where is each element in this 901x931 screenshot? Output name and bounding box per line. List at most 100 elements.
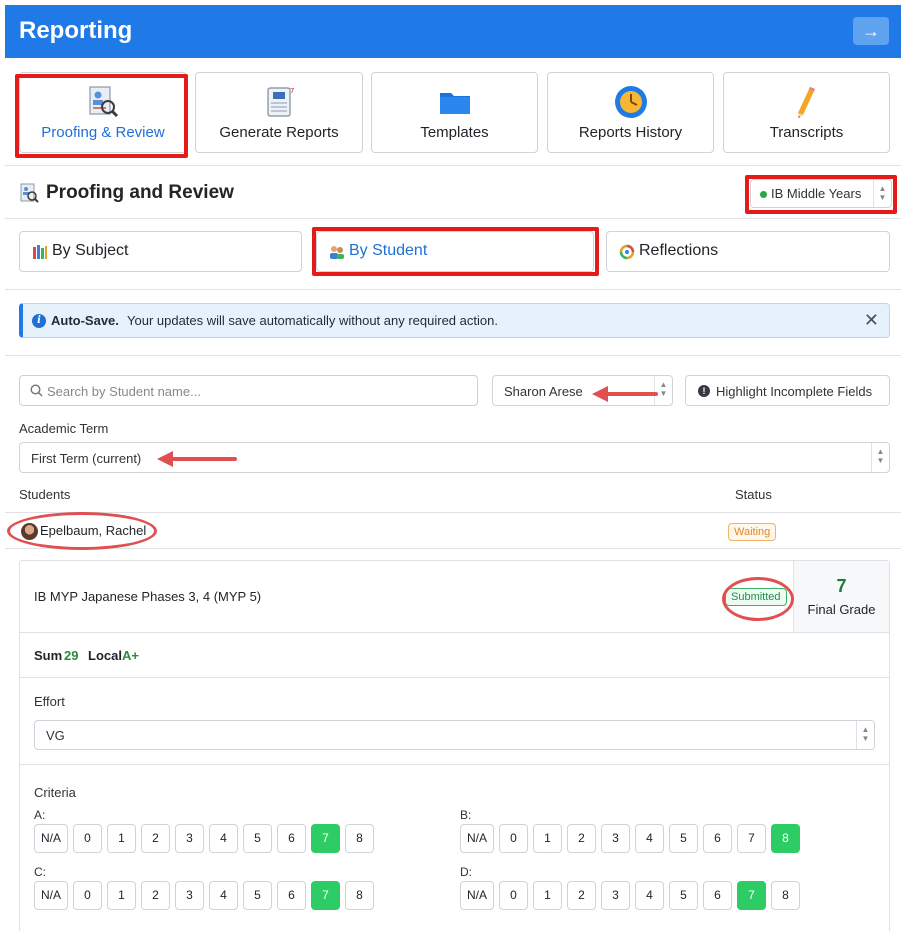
- proofing-icon: [89, 86, 119, 118]
- score-button[interactable]: 2: [141, 824, 170, 853]
- score-button[interactable]: 5: [243, 824, 272, 853]
- score-button[interactable]: 2: [567, 881, 596, 910]
- spinner-icon: ▲ ▼: [873, 180, 891, 207]
- tile-generate-reports[interactable]: 7 Generate Reports: [195, 72, 363, 153]
- effort-value: VG: [46, 728, 65, 743]
- info-icon: i: [32, 314, 46, 328]
- books-icon: [33, 245, 47, 259]
- exit-button[interactable]: →: [853, 17, 889, 45]
- pencil-icon: [797, 87, 815, 118]
- criterion-label: D:: [460, 865, 472, 879]
- score-button[interactable]: 6: [703, 881, 732, 910]
- term-value: First Term (current): [31, 451, 142, 466]
- score-button[interactable]: 4: [209, 881, 238, 910]
- score-button[interactable]: 1: [533, 881, 562, 910]
- score-button[interactable]: 8: [345, 824, 374, 853]
- score-button[interactable]: 3: [175, 881, 204, 910]
- score-button[interactable]: 4: [635, 824, 664, 853]
- score-button[interactable]: 1: [107, 824, 136, 853]
- highlight-incomplete-button[interactable]: ! Highlight Incomplete Fields: [685, 375, 890, 406]
- program-select[interactable]: IB Middle Years ▲ ▼: [750, 179, 892, 208]
- tile-reports-history[interactable]: Reports History: [547, 72, 714, 153]
- effort-select[interactable]: VG ▲ ▼: [34, 720, 875, 750]
- column-header-status: Status: [735, 487, 772, 502]
- score-button[interactable]: 8: [771, 824, 800, 853]
- search-input[interactable]: [47, 380, 467, 402]
- teacher-select[interactable]: Sharon Arese ▲ ▼: [492, 375, 673, 406]
- status-badge: Waiting: [728, 523, 777, 541]
- score-button[interactable]: 8: [345, 881, 374, 910]
- criterion-label: A:: [34, 808, 46, 822]
- tab-by-student[interactable]: By Student: [316, 231, 594, 272]
- score-button[interactable]: 5: [243, 881, 272, 910]
- score-button[interactable]: 2: [141, 881, 170, 910]
- tab-by-subject[interactable]: By Subject: [19, 231, 302, 272]
- status-dot-icon: [760, 191, 767, 198]
- score-button[interactable]: N/A: [460, 881, 494, 910]
- score-button[interactable]: 4: [209, 824, 238, 853]
- score-button[interactable]: N/A: [34, 824, 68, 853]
- tile-label: Proofing & Review: [41, 124, 165, 141]
- reporting-panel: Reporting → Proofing & Review 7 Generate…: [5, 5, 901, 931]
- status-badge: Submitted: [725, 588, 787, 606]
- score-button[interactable]: 7: [311, 881, 340, 910]
- arrow-right-icon: →: [862, 21, 880, 41]
- score-button[interactable]: 4: [635, 881, 664, 910]
- student-name: Epelbaum, Rachel: [40, 523, 147, 538]
- score-button[interactable]: 7: [737, 824, 766, 853]
- local-value: A+: [122, 648, 139, 663]
- score-button[interactable]: 7: [311, 824, 340, 853]
- tile-templates[interactable]: Templates: [371, 72, 538, 153]
- tab-label: By Subject: [52, 242, 129, 259]
- view-tabs: By Subject By Student Reflections: [5, 220, 901, 290]
- final-grade-value: 7: [836, 576, 847, 596]
- students-icon: [330, 246, 344, 259]
- table-row[interactable]: Epelbaum, Rachel Waiting: [5, 512, 901, 549]
- tab-label: By Student: [349, 242, 428, 259]
- final-grade-box: 7 Final Grade: [793, 561, 889, 632]
- report-cards-icon: 7: [267, 87, 294, 117]
- autosave-alert: i Auto-Save. Your updates will save auto…: [19, 303, 890, 338]
- close-icon[interactable]: ✕: [864, 310, 879, 331]
- sum-label: Sum: [34, 648, 63, 663]
- score-button[interactable]: 3: [175, 824, 204, 853]
- score-button[interactable]: 5: [669, 824, 698, 853]
- button-label: Highlight Incomplete Fields: [716, 384, 873, 399]
- score-button[interactable]: 3: [601, 824, 630, 853]
- subject-header: IB MYP Japanese Phases 3, 4 (MYP 5) Subm…: [20, 561, 889, 633]
- student-search: [19, 375, 478, 406]
- score-button[interactable]: 2: [567, 824, 596, 853]
- tile-transcripts[interactable]: Transcripts: [723, 72, 890, 153]
- score-button[interactable]: 1: [107, 881, 136, 910]
- app-header: Reporting →: [5, 5, 901, 58]
- tab-reflections[interactable]: Reflections: [606, 231, 890, 272]
- score-button[interactable]: 1: [533, 824, 562, 853]
- score-button[interactable]: 6: [277, 881, 306, 910]
- local-label: Local: [88, 648, 122, 663]
- tab-label: Reflections: [639, 242, 719, 259]
- alert-message: Your updates will save automatically wit…: [127, 313, 498, 328]
- academic-term-select[interactable]: First Term (current) ▲ ▼: [19, 442, 890, 473]
- score-button[interactable]: 3: [601, 881, 630, 910]
- tile-label: Templates: [420, 124, 489, 141]
- final-grade-label: Final Grade: [807, 602, 876, 617]
- score-button[interactable]: 6: [277, 824, 306, 853]
- score-button[interactable]: 0: [499, 824, 528, 853]
- tile-proofing-review[interactable]: Proofing & Review: [19, 72, 187, 153]
- exclamation-icon: !: [698, 385, 710, 397]
- score-button[interactable]: 7: [737, 881, 766, 910]
- score-button[interactable]: N/A: [34, 881, 68, 910]
- divider: [5, 355, 901, 356]
- score-button[interactable]: 0: [73, 881, 102, 910]
- score-button[interactable]: N/A: [460, 824, 494, 853]
- subject-card: IB MYP Japanese Phases 3, 4 (MYP 5) Subm…: [19, 560, 890, 931]
- section-header: Proofing and Review IB Middle Years ▲ ▼: [5, 167, 901, 219]
- tile-label: Transcripts: [769, 124, 844, 141]
- score-button[interactable]: 8: [771, 881, 800, 910]
- score-button[interactable]: 0: [499, 881, 528, 910]
- score-button[interactable]: 6: [703, 824, 732, 853]
- teacher-value: Sharon Arese: [504, 384, 583, 399]
- score-button[interactable]: 5: [669, 881, 698, 910]
- score-button[interactable]: 0: [73, 824, 102, 853]
- spinner-icon: ▲ ▼: [871, 443, 889, 472]
